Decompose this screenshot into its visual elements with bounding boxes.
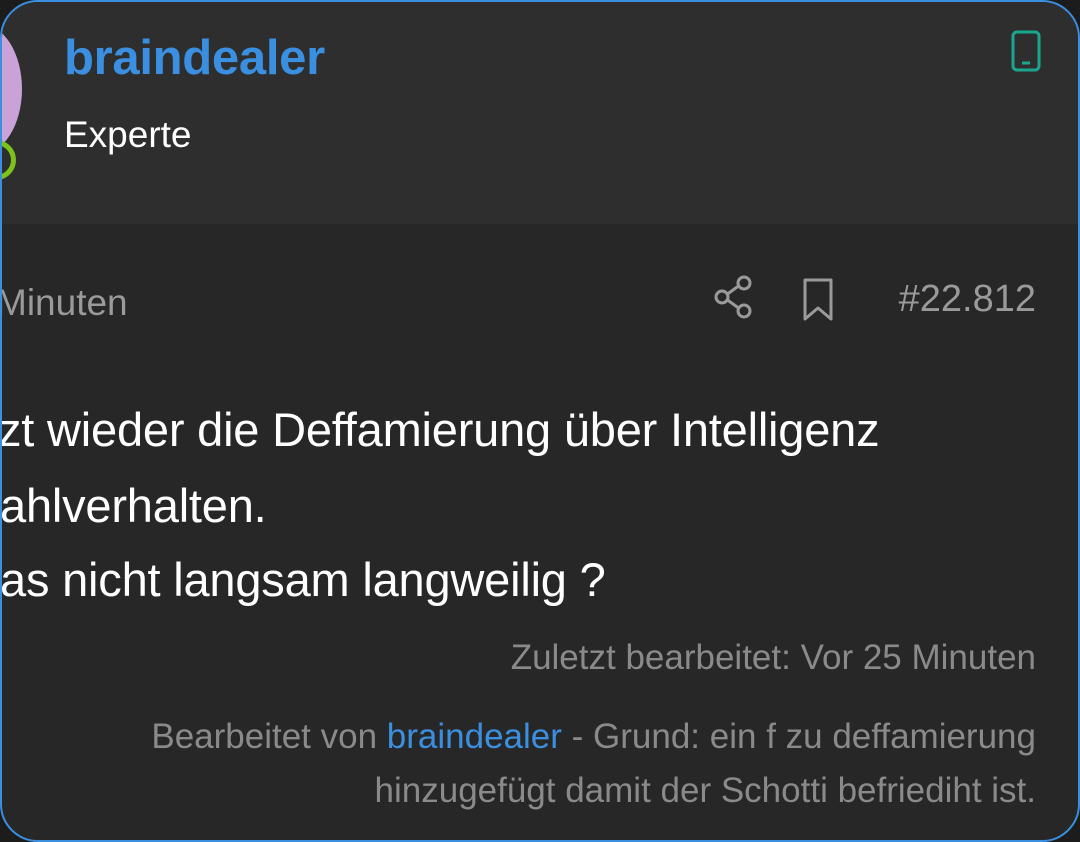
- post-timestamp[interactable]: Minuten: [2, 282, 128, 324]
- author-username[interactable]: braindealer: [64, 30, 325, 86]
- author-role: Experte: [64, 114, 192, 155]
- post-body-line: ahlverhalten.: [0, 479, 267, 532]
- post-body-line: zt wieder die Deffamierung über Intellig…: [0, 403, 880, 456]
- post-author-header: braindealer Experte: [2, 2, 1078, 224]
- editor-username-link[interactable]: braindealer: [387, 717, 562, 756]
- edit-reason-note: Bearbeitet von braindealer - Grund: ein …: [36, 710, 1036, 818]
- online-status-icon: [2, 140, 16, 180]
- mobile-phone-icon: [1011, 30, 1041, 72]
- last-edited-note: Zuletzt bearbeitet: Vor 25 Minuten: [510, 638, 1036, 677]
- share-icon[interactable]: [713, 274, 755, 320]
- post-body-line: as nicht langsam langweilig ?: [0, 553, 606, 606]
- avatar[interactable]: [2, 24, 22, 154]
- edit-prefix: Bearbeitet von: [151, 717, 378, 756]
- post-number-link[interactable]: #22.812: [899, 278, 1036, 321]
- post-card: braindealer Experte Minuten #22.812 zt w…: [0, 0, 1080, 842]
- bookmark-icon[interactable]: [800, 277, 836, 323]
